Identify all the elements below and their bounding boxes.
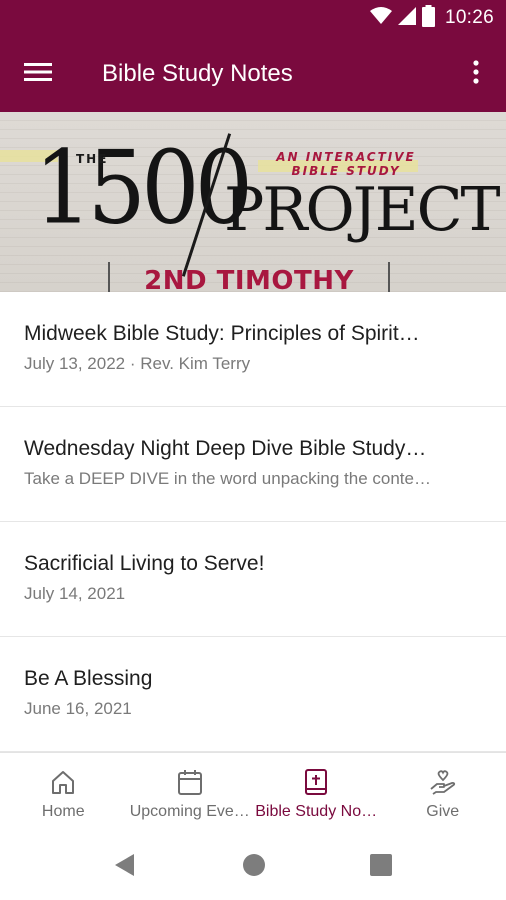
page-title: Bible Study Notes (102, 60, 293, 87)
banner-number: 1500 (34, 129, 253, 247)
circle-home-icon (242, 853, 266, 882)
app-bar: Bible Study Notes (0, 36, 506, 112)
status-icons: 10:26 (369, 4, 494, 32)
notes-list: Midweek Bible Study: Principles of Spiri… (0, 292, 506, 752)
battery-icon (421, 4, 435, 32)
banner-image: 1500 THE AN INTERACTIVE BIBLE STUDY PROJ… (0, 112, 506, 292)
nav-item-upcoming-events[interactable]: Upcoming Eve… (127, 753, 254, 833)
item-subtitle: July 13, 2022 · Rev. Kim Terry (24, 354, 251, 373)
nav-item-home[interactable]: Home (0, 753, 127, 833)
square-recents-icon (370, 853, 392, 881)
nav-item-bible-study-notes[interactable]: Bible Study Not… (253, 753, 380, 833)
signal-icon (397, 6, 416, 30)
back-button[interactable] (112, 853, 138, 882)
nav-label: Give (426, 803, 460, 820)
menu-icon (24, 62, 52, 87)
more-vert-icon (473, 59, 479, 89)
back-icon (114, 853, 136, 882)
nav-label: Upcoming Eve… (129, 803, 250, 820)
status-bar: 10:26 (0, 0, 506, 36)
list-item[interactable]: Be A Blessing June 16, 2021 (0, 637, 506, 752)
item-title: Be A Blessing (24, 667, 153, 690)
item-subtitle: June 16, 2021 (24, 699, 132, 718)
list-item[interactable]: Wednesday Night Deep Dive Bible Study… T… (0, 407, 506, 522)
bottom-navigation: Home Upcoming Eve… Bible Study Not… Give (0, 752, 506, 832)
recents-button[interactable] (368, 853, 394, 881)
item-title: Wednesday Night Deep Dive Bible Study… (24, 437, 427, 460)
banner-project: PROJECT (224, 175, 501, 245)
menu-button[interactable] (14, 52, 62, 96)
banner-subtitle-line1: AN INTERACTIVE (276, 150, 416, 164)
list-item[interactable]: Sacrificial Living to Serve! July 14, 20… (0, 522, 506, 637)
status-time: 10:26 (444, 7, 494, 28)
home-system-button[interactable] (241, 853, 267, 882)
bible-icon (302, 767, 330, 797)
item-subtitle: July 14, 2021 (24, 584, 126, 603)
banner-the: THE (76, 152, 109, 166)
nav-item-give[interactable]: Give (380, 753, 506, 833)
give-icon (429, 767, 457, 797)
overflow-menu-button[interactable] (456, 52, 496, 96)
calendar-icon (176, 767, 204, 797)
item-subtitle: Take a DEEP DIVE in the word unpacking t… (24, 469, 431, 488)
item-title: Sacrificial Living to Serve! (24, 552, 265, 575)
system-navigation-bar (0, 832, 506, 900)
banner-subtitle: AN INTERACTIVE BIBLE STUDY (256, 150, 436, 178)
wifi-icon (369, 6, 392, 30)
home-icon (49, 767, 77, 797)
nav-label: Home (41, 803, 85, 820)
banner-reference: 2ND TIMOTHY 2:15 (108, 262, 390, 292)
list-item[interactable]: Midweek Bible Study: Principles of Spiri… (0, 292, 506, 407)
nav-label: Bible Study Not… (255, 803, 378, 820)
item-title: Midweek Bible Study: Principles of Spiri… (24, 322, 420, 345)
